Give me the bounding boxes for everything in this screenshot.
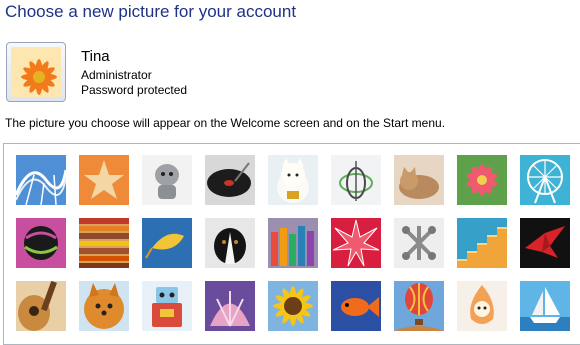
picture-origami-crane[interactable] <box>520 218 570 268</box>
page-title: Choose a new picture for your account <box>5 2 297 21</box>
picture-robot-toy[interactable] <box>142 155 192 205</box>
ferris-wheel-image <box>520 155 570 205</box>
goldfish-image <box>331 281 381 331</box>
ball-image <box>16 218 66 268</box>
picture-hot-air-balloon[interactable] <box>394 281 444 331</box>
picture-kitten[interactable] <box>394 155 444 205</box>
picture-roller-coaster[interactable] <box>16 155 66 205</box>
origami-crane-image <box>520 218 570 268</box>
pink-flower-image <box>457 155 507 205</box>
sailboat-image <box>520 281 570 331</box>
shell-image <box>205 281 255 331</box>
picture-ball[interactable] <box>16 218 66 268</box>
picture-lucky-cat[interactable] <box>268 155 318 205</box>
picture-ferris-wheel[interactable] <box>520 155 570 205</box>
picture-gallery <box>3 143 580 345</box>
picture-hint: The picture you choose will appear on th… <box>5 116 446 130</box>
red-star-lantern-image <box>331 218 381 268</box>
picture-sailboat[interactable] <box>520 281 570 331</box>
orange-flower-image <box>11 47 61 97</box>
picture-rubber-toy[interactable] <box>457 281 507 331</box>
picture-crayons[interactable] <box>268 218 318 268</box>
picture-tin-robot[interactable] <box>142 281 192 331</box>
sunflower-image <box>268 281 318 331</box>
account-name: Tina <box>81 48 110 65</box>
picture-guitar[interactable] <box>16 281 66 331</box>
picture-textiles[interactable] <box>79 218 129 268</box>
picture-jacks[interactable] <box>394 218 444 268</box>
rubber-toy-image <box>457 281 507 331</box>
picture-sunflower[interactable] <box>268 281 318 331</box>
picture-pomeranian[interactable] <box>79 281 129 331</box>
picture-starfish[interactable] <box>79 155 129 205</box>
dog-image <box>205 218 255 268</box>
picture-pink-flower[interactable] <box>457 155 507 205</box>
kitten-image <box>394 155 444 205</box>
hot-air-balloon-image <box>394 281 444 331</box>
picture-leaf[interactable] <box>142 218 192 268</box>
picture-dog[interactable] <box>205 218 255 268</box>
starfish-image <box>79 155 129 205</box>
textiles-image <box>79 218 129 268</box>
picture-goldfish[interactable] <box>331 281 381 331</box>
picture-turntable[interactable] <box>205 155 255 205</box>
password-status: Password protected <box>81 83 188 97</box>
tin-robot-image <box>142 281 192 331</box>
picture-shell[interactable] <box>205 281 255 331</box>
turntable-image <box>205 155 255 205</box>
account-role: Administrator <box>81 68 152 82</box>
picture-red-star-lantern[interactable] <box>331 218 381 268</box>
guitar-image <box>16 281 66 331</box>
leaf-image <box>142 218 192 268</box>
roller-coaster-image <box>16 155 66 205</box>
stairs-image <box>457 218 507 268</box>
jacks-image <box>394 218 444 268</box>
current-account-picture <box>6 42 66 102</box>
picture-gyroscope[interactable] <box>331 155 381 205</box>
crayons-image <box>268 218 318 268</box>
pomeranian-image <box>79 281 129 331</box>
picture-stairs[interactable] <box>457 218 507 268</box>
robot-toy-image <box>142 155 192 205</box>
gyroscope-image <box>331 155 381 205</box>
lucky-cat-image <box>268 155 318 205</box>
